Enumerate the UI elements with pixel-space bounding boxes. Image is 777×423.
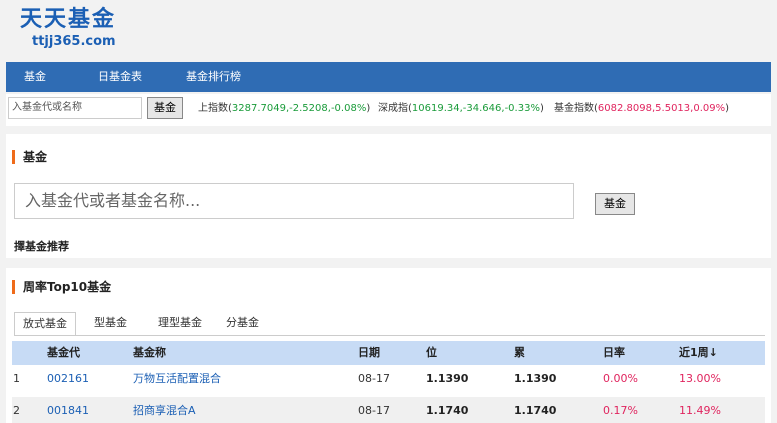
tab-divider xyxy=(14,335,765,336)
col-week-rate[interactable]: 近1周↓ xyxy=(679,341,718,365)
index-name: 基金指数 xyxy=(554,103,594,114)
row-rank: 2 xyxy=(13,404,20,417)
index-value: 3287.7049,-2.5208,-0.08% xyxy=(231,103,367,114)
col-fund-name[interactable]: 基金称 xyxy=(133,341,166,365)
row-fund-code[interactable]: 001841 xyxy=(47,397,89,423)
index-value: 10619.34,-34.646,-0.33% xyxy=(411,103,540,114)
row-date: 08-17 xyxy=(358,404,390,417)
col-nav[interactable]: 位 xyxy=(426,341,437,365)
fund-search-panel: 基金 入基金代或者基金名称... 基金 擇基金推荐 xyxy=(6,134,771,258)
index-shenzhen[interactable]: 深成指(10619.34,-34.646,-0.33%) xyxy=(378,94,544,124)
tab-graded-fund[interactable]: 分基金 xyxy=(218,312,267,336)
logo-domain: ttjj365.com xyxy=(32,34,116,49)
site-logo[interactable]: 天天基金 ttjj365.com xyxy=(20,6,116,50)
row-nav: 1.1390 xyxy=(426,372,469,385)
tab-equity-fund[interactable]: 型基金 xyxy=(86,312,135,336)
nav-item-fund[interactable]: 基金 xyxy=(24,62,46,92)
fund-search-input[interactable]: 入基金代或者基金名称... xyxy=(14,183,574,219)
row-nav: 1.1740 xyxy=(426,404,469,417)
row-week-rate: 11.49% xyxy=(679,404,721,417)
row-acc-nav: 1.1740 xyxy=(514,404,557,417)
table-row: 2 001841 招商享混合A 08-17 1.1740 1.1740 0.17… xyxy=(12,397,765,423)
row-daily-rate: 0.00% xyxy=(603,372,638,385)
tab-wealth-fund[interactable]: 理型基金 xyxy=(150,312,210,336)
col-acc-nav[interactable]: 累 xyxy=(514,341,525,365)
row-fund-code[interactable]: 002161 xyxy=(47,365,89,393)
main-nav: 基金 日基金表 基金排行榜 xyxy=(6,62,771,92)
logo-title: 天天基金 xyxy=(20,7,117,32)
fund-search-button[interactable]: 基金 xyxy=(595,193,635,215)
table-row: 1 002161 万物互活配置混合 08-17 1.1390 1.1390 0.… xyxy=(12,365,765,393)
nav-item-daily-table[interactable]: 日基金表 xyxy=(98,62,142,92)
col-daily-rate[interactable]: 日率 xyxy=(603,341,625,365)
col-fund-code[interactable]: 基金代 xyxy=(47,341,80,365)
quick-search-bar: 入基金代或名称 基金 上指数(3287.7049,-2.5208,-0.08%)… xyxy=(6,94,771,126)
row-fund-name[interactable]: 招商享混合A xyxy=(133,397,196,423)
nav-item-ranking[interactable]: 基金排行榜 xyxy=(186,62,241,92)
row-acc-nav: 1.1390 xyxy=(514,372,557,385)
quick-search-button[interactable]: 基金 xyxy=(147,97,183,119)
row-fund-name[interactable]: 万物互活配置混合 xyxy=(133,365,221,393)
row-daily-rate: 0.17% xyxy=(603,404,638,417)
tab-open-fund[interactable]: 放式基金 xyxy=(14,312,76,336)
quick-search-input[interactable]: 入基金代或名称 xyxy=(8,97,142,119)
recommend-link[interactable]: 擇基金推荐 xyxy=(14,238,69,254)
row-rank: 1 xyxy=(13,372,20,385)
index-shanghai[interactable]: 上指数(3287.7049,-2.5208,-0.08%) xyxy=(198,94,370,124)
row-week-rate: 13.00% xyxy=(679,372,721,385)
top10-panel: 周率Top10基金 放式基金 型基金 理型基金 分基金 基金代 基金称 日期 位… xyxy=(6,268,771,423)
index-name: 深成指 xyxy=(378,103,408,114)
top10-title: 周率Top10基金 xyxy=(12,280,111,294)
index-fund[interactable]: 基金指数(6082.8098,5.5013,0.09%) xyxy=(554,94,729,124)
index-value: 6082.8098,5.5013,0.09% xyxy=(597,103,726,114)
fund-search-title: 基金 xyxy=(12,150,47,164)
col-date[interactable]: 日期 xyxy=(358,341,380,365)
row-date: 08-17 xyxy=(358,372,390,385)
index-name: 上指数 xyxy=(198,103,228,114)
table-header: 基金代 基金称 日期 位 累 日率 近1周↓ xyxy=(12,341,765,365)
